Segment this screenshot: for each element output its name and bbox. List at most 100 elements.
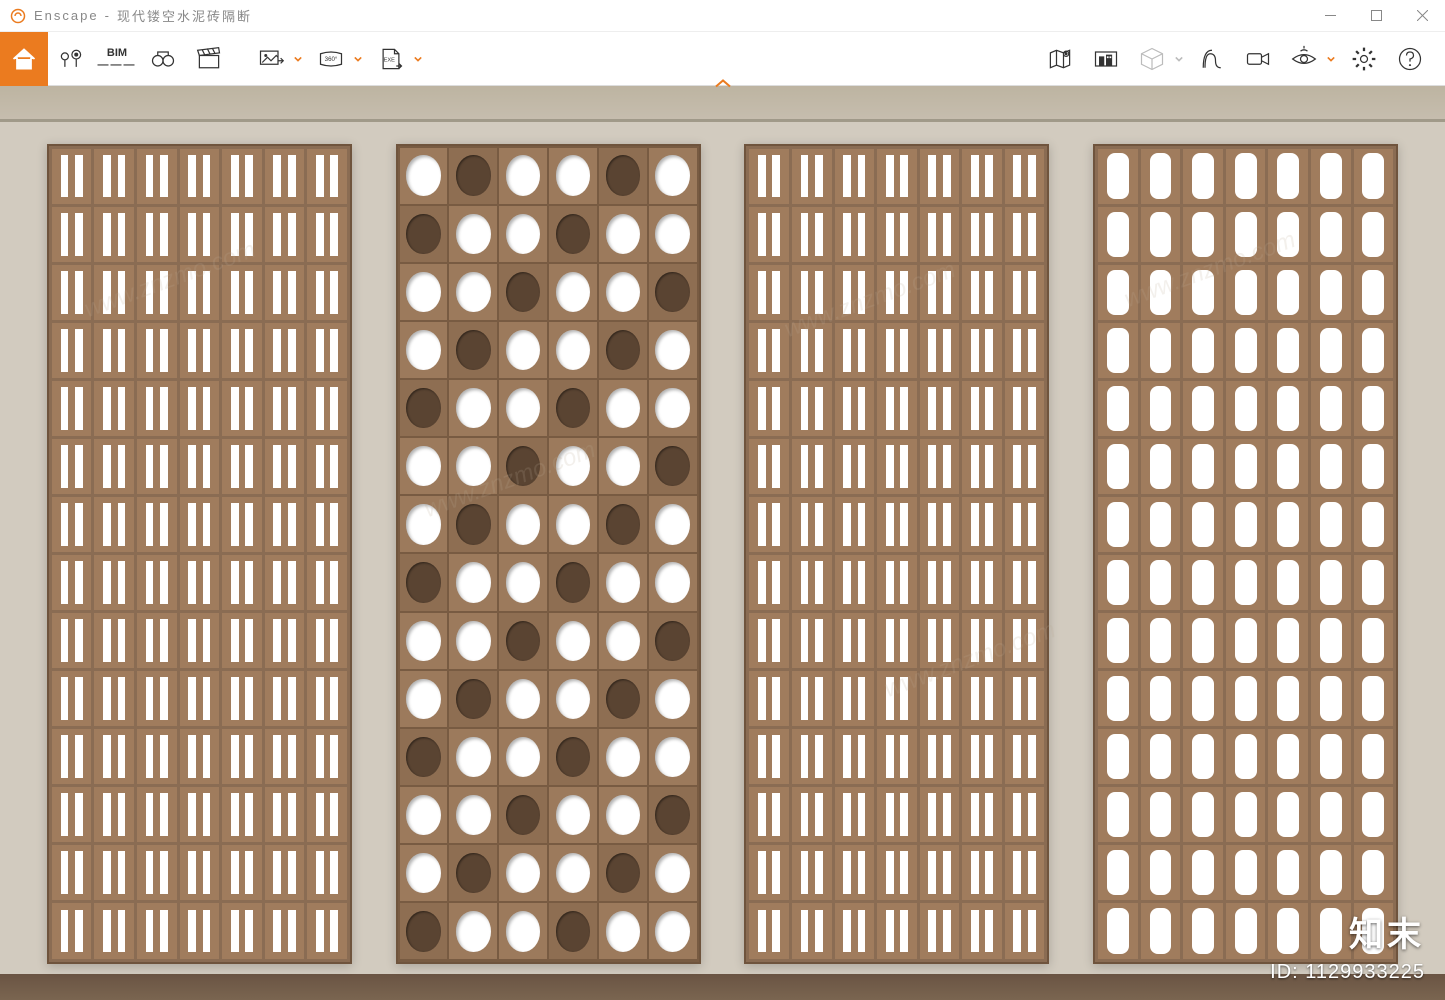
- brick-cell: [792, 381, 832, 436]
- brick-cell: [920, 323, 960, 378]
- brick-cell: [877, 613, 917, 668]
- slot-brick-cell: [1183, 845, 1223, 900]
- circle-brick-cell: [449, 554, 497, 610]
- circle-brick-cell: [549, 496, 597, 552]
- brick-cell: [1005, 265, 1045, 320]
- brick-cell: [920, 265, 960, 320]
- video-clapper-button[interactable]: [186, 32, 232, 86]
- circle-brick-cell: [449, 671, 497, 727]
- brick-cell: [180, 265, 220, 320]
- export-exe-dropdown[interactable]: [414, 54, 428, 64]
- home-button[interactable]: [0, 32, 48, 86]
- circle-brick-cell: [649, 671, 697, 727]
- brick-cell: [920, 381, 960, 436]
- export-exe-group: EXE: [368, 32, 428, 86]
- circle-brick-cell: [599, 380, 647, 436]
- slot-brick-cell: [1226, 903, 1266, 958]
- brick-cell: [877, 903, 917, 958]
- circle-brick-cell: [549, 148, 597, 204]
- export-exe-button[interactable]: EXE: [368, 32, 414, 86]
- screenshot-dropdown[interactable]: [294, 54, 308, 64]
- circle-brick-cell: [499, 671, 547, 727]
- slot-brick-cell: [1098, 323, 1138, 378]
- minimap-button[interactable]: [1037, 32, 1083, 86]
- maximize-button[interactable]: [1353, 0, 1399, 32]
- brick-cell: [52, 265, 92, 320]
- video-camera-button[interactable]: [1235, 32, 1281, 86]
- site-context-button[interactable]: [1083, 32, 1129, 86]
- circle-brick-cell: [400, 264, 448, 320]
- brick-cell: [137, 845, 177, 900]
- minimize-button[interactable]: [1307, 0, 1353, 32]
- brick-cell: [792, 729, 832, 784]
- circle-brick-cell: [599, 729, 647, 785]
- slot-brick-cell: [1098, 207, 1138, 262]
- slot-brick-cell: [1098, 729, 1138, 784]
- brick-cell: [94, 497, 134, 552]
- brick-cell: [52, 903, 92, 958]
- settings-button[interactable]: [1341, 32, 1387, 86]
- brick-cell: [962, 613, 1002, 668]
- render-viewport[interactable]: www.znzmo.com www.znzmo.com www.znzmo.co…: [0, 86, 1445, 1000]
- slot-brick-cell: [1268, 265, 1308, 320]
- circle-brick-cell: [599, 787, 647, 843]
- brick-cell: [94, 671, 134, 726]
- brick-cell: [52, 729, 92, 784]
- brick-cell: [52, 555, 92, 610]
- bim-info-button[interactable]: BIM———: [94, 32, 140, 86]
- slot-brick-cell: [1226, 439, 1266, 494]
- collapse-toolbar-icon[interactable]: [713, 77, 733, 96]
- slot-brick-cell: [1268, 729, 1308, 784]
- brick-cell: [180, 613, 220, 668]
- slot-brick-cell: [1098, 149, 1138, 204]
- slot-brick-cell: [1226, 787, 1266, 842]
- panorama-button[interactable]: 360°: [308, 32, 354, 86]
- circle-brick-cell: [499, 613, 547, 669]
- circle-brick-cell: [599, 148, 647, 204]
- brick-cell: [1005, 555, 1045, 610]
- brick-cell: [1005, 787, 1045, 842]
- slot-brick-cell: [1268, 787, 1308, 842]
- circle-brick-cell: [400, 438, 448, 494]
- document-title: 现代镂空水泥砖隔断: [117, 6, 252, 25]
- rendered-scene: www.znzmo.com www.znzmo.com www.znzmo.co…: [0, 86, 1445, 1000]
- circle-brick-cell: [449, 613, 497, 669]
- brick-cell: [792, 671, 832, 726]
- brick-cell: [835, 845, 875, 900]
- help-button[interactable]: [1387, 32, 1433, 86]
- screen-panel-slats-a: [47, 144, 352, 964]
- circle-brick-cell: [649, 438, 697, 494]
- brick-cell: [835, 729, 875, 784]
- view-cube-dropdown[interactable]: [1175, 54, 1189, 64]
- binoculars-button[interactable]: [140, 32, 186, 86]
- brick-cell: [792, 845, 832, 900]
- brick-cell: [962, 323, 1002, 378]
- circle-brick-cell: [549, 438, 597, 494]
- slot-brick-cell: [1354, 207, 1394, 262]
- slot-brick-cell: [1311, 265, 1351, 320]
- visibility-dropdown[interactable]: [1327, 54, 1341, 64]
- slot-brick-cell: [1141, 265, 1181, 320]
- brick-cell: [222, 149, 262, 204]
- close-button[interactable]: [1399, 0, 1445, 32]
- brick-cell: [749, 497, 789, 552]
- panorama-dropdown[interactable]: [354, 54, 368, 64]
- favorite-location-button[interactable]: [48, 32, 94, 86]
- brick-cell: [749, 787, 789, 842]
- visibility-button[interactable]: [1281, 32, 1327, 86]
- screenshot-button[interactable]: [248, 32, 294, 86]
- enscape-logo-icon: [10, 8, 26, 24]
- brick-cell: [749, 845, 789, 900]
- circle-brick-cell: [599, 438, 647, 494]
- brick-cell: [94, 265, 134, 320]
- circle-brick-cell: [449, 903, 497, 959]
- view-cube-button[interactable]: [1129, 32, 1175, 86]
- brick-cell: [222, 671, 262, 726]
- slot-brick-cell: [1268, 149, 1308, 204]
- slot-brick-cell: [1183, 149, 1223, 204]
- brick-cell: [222, 613, 262, 668]
- brick-cell: [52, 207, 92, 262]
- circle-brick-cell: [499, 554, 547, 610]
- walkthrough-path-button[interactable]: [1189, 32, 1235, 86]
- app-window: Enscape - 现代镂空水泥砖隔断 BIM———: [0, 0, 1445, 1000]
